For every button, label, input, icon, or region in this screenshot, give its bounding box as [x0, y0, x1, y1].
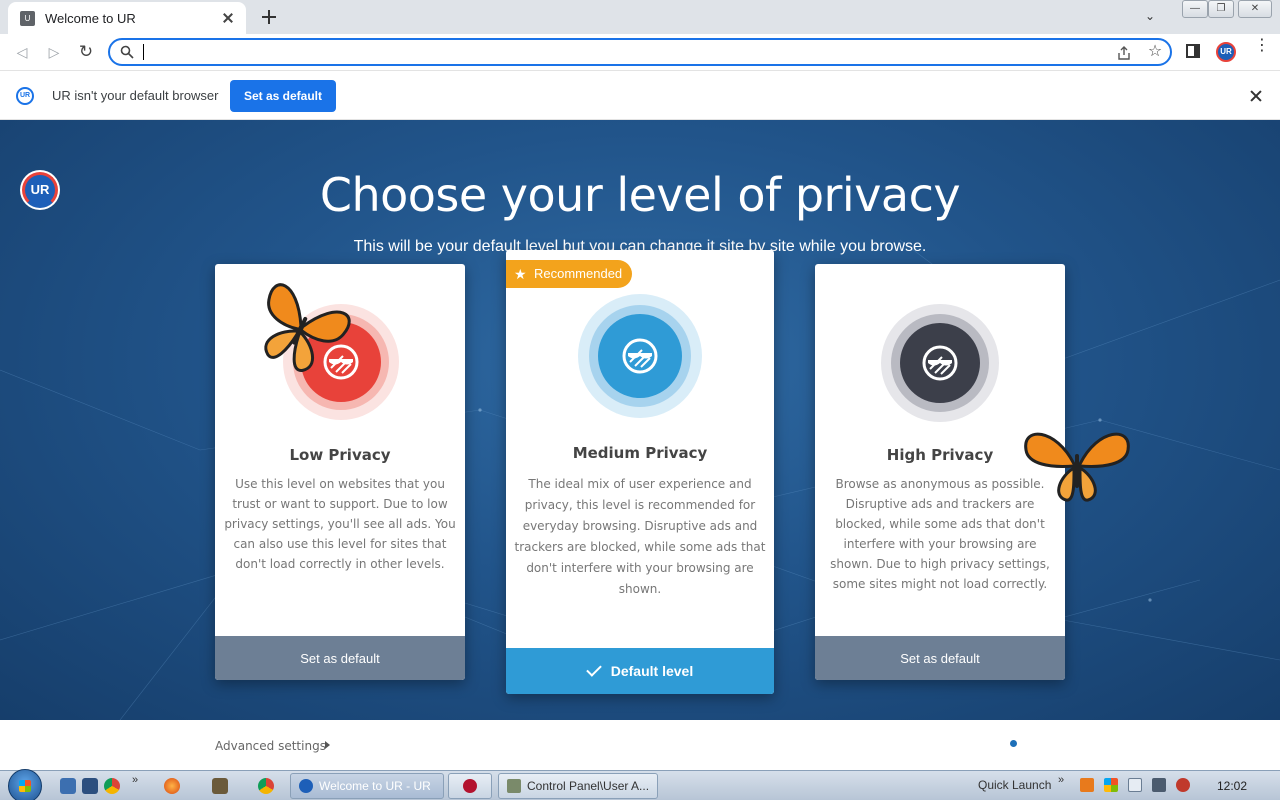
network-tray-icon[interactable]	[1152, 778, 1166, 792]
default-browser-infobar: UR UR isn't your default browser Set as …	[0, 70, 1280, 120]
menu-kebab-icon[interactable]: ⋮	[1254, 38, 1270, 61]
bookmark-star-icon[interactable]: ☆	[1146, 43, 1164, 61]
medium-privacy-icon	[578, 294, 702, 418]
high-privacy-set-default-button[interactable]: Set as default	[815, 636, 1065, 680]
side-panel-icon[interactable]	[1186, 44, 1200, 58]
default-level-button[interactable]: Default level	[506, 648, 774, 694]
document-tray-icon[interactable]	[1128, 778, 1142, 792]
infobar-close-icon[interactable]	[1248, 88, 1264, 104]
butterfly-tray-icon[interactable]	[1080, 778, 1094, 792]
tab-close-icon[interactable]	[220, 10, 236, 26]
medium-privacy-heading: Medium Privacy	[572, 444, 708, 462]
infobar-message: UR isn't your default browser	[52, 88, 219, 103]
volume-muted-icon[interactable]	[1176, 778, 1190, 792]
share-icon[interactable]	[1116, 45, 1132, 61]
forward-icon[interactable]: ▷	[44, 42, 64, 62]
firefox-icon[interactable]	[164, 778, 180, 794]
set-default-browser-button[interactable]: Set as default	[230, 80, 336, 112]
tab-strip: U Welcome to UR ⌄ — ❐ ✕	[0, 0, 1280, 34]
chrome-icon[interactable]	[258, 778, 274, 794]
search-icon	[120, 45, 134, 59]
butterfly-icon	[1024, 432, 1130, 502]
text-caret	[143, 44, 144, 60]
back-icon[interactable]: ◁	[12, 42, 32, 62]
show-desktop-icon[interactable]	[60, 778, 76, 794]
address-input[interactable]	[142, 43, 1082, 61]
advanced-settings-link[interactable]: Advanced settings	[215, 739, 326, 753]
explorer-icon[interactable]	[82, 778, 98, 794]
page-footer: Advanced settings	[0, 720, 1280, 770]
incognito-mask-icon	[922, 345, 958, 381]
taskbar-task-ur[interactable]: Welcome to UR - UR	[290, 773, 444, 799]
low-privacy-description: Use this level on websites that you trus…	[224, 477, 456, 571]
start-button[interactable]	[8, 769, 42, 800]
low-privacy-heading: Low Privacy	[289, 446, 391, 464]
minimize-icon[interactable]: —	[1182, 0, 1208, 18]
tab-favicon-icon: U	[20, 10, 35, 26]
pagination-dot[interactable]	[1010, 740, 1017, 747]
caret-right-icon	[325, 741, 330, 749]
medium-privacy-card[interactable]: Medium Privacy The ideal mix of user exp…	[506, 250, 774, 694]
reload-icon[interactable]: ↻	[76, 42, 96, 62]
high-privacy-icon	[881, 304, 999, 422]
taskbar: » Welcome to UR - UR Control Panel\User …	[0, 769, 1280, 800]
app-icon	[463, 779, 477, 793]
address-bar[interactable]: ☆	[108, 38, 1172, 66]
star-icon: ★	[514, 266, 527, 282]
window-close-icon[interactable]: ✕	[1238, 0, 1272, 18]
task-label: Welcome to UR - UR	[319, 779, 431, 793]
default-level-label: Default level	[610, 663, 694, 679]
control-panel-icon	[507, 779, 521, 793]
ur-logo-icon: UR	[16, 87, 34, 105]
profile-avatar[interactable]: UR	[1216, 42, 1236, 62]
taskbar-task-control-panel[interactable]: Control Panel\User A...	[498, 773, 658, 799]
restore-icon[interactable]: ❐	[1208, 0, 1234, 18]
privacy-hero: UR Choose your level of privacy This wil…	[0, 120, 1280, 720]
browser-toolbar: ◁ ▷ ↻ ☆ UR ⋮	[0, 34, 1280, 70]
windows-tray-icon[interactable]	[1104, 778, 1118, 792]
medium-privacy-description: The ideal mix of user experience and pri…	[514, 477, 766, 596]
tab-search-chevron-icon[interactable]: ⌄	[1145, 9, 1159, 23]
check-icon	[585, 661, 602, 677]
task-label: Control Panel\User A...	[527, 779, 650, 793]
tab-title: Welcome to UR	[45, 10, 136, 26]
app-icon[interactable]	[212, 778, 228, 794]
quick-launch-label: Quick Launch	[978, 778, 1052, 792]
quicklaunch-chevron-icon[interactable]: »	[132, 774, 138, 786]
recommended-badge: ★ Recommended	[506, 260, 632, 288]
tab-welcome[interactable]: U Welcome to UR	[8, 2, 246, 34]
quick-launch-chevron-icon[interactable]: »	[1058, 774, 1064, 786]
butterfly-icon	[264, 283, 351, 372]
clock[interactable]: 12:02	[1217, 779, 1247, 793]
taskbar-task-app[interactable]	[448, 773, 492, 799]
chrome-icon[interactable]	[104, 778, 120, 794]
page-title: Choose your level of privacy	[319, 168, 961, 222]
new-tab-icon[interactable]	[260, 8, 278, 26]
low-privacy-set-default-button[interactable]: Set as default	[215, 636, 465, 680]
ur-icon	[299, 779, 313, 793]
incognito-mask-icon	[622, 338, 658, 374]
recommended-label: Recommended	[534, 266, 623, 281]
